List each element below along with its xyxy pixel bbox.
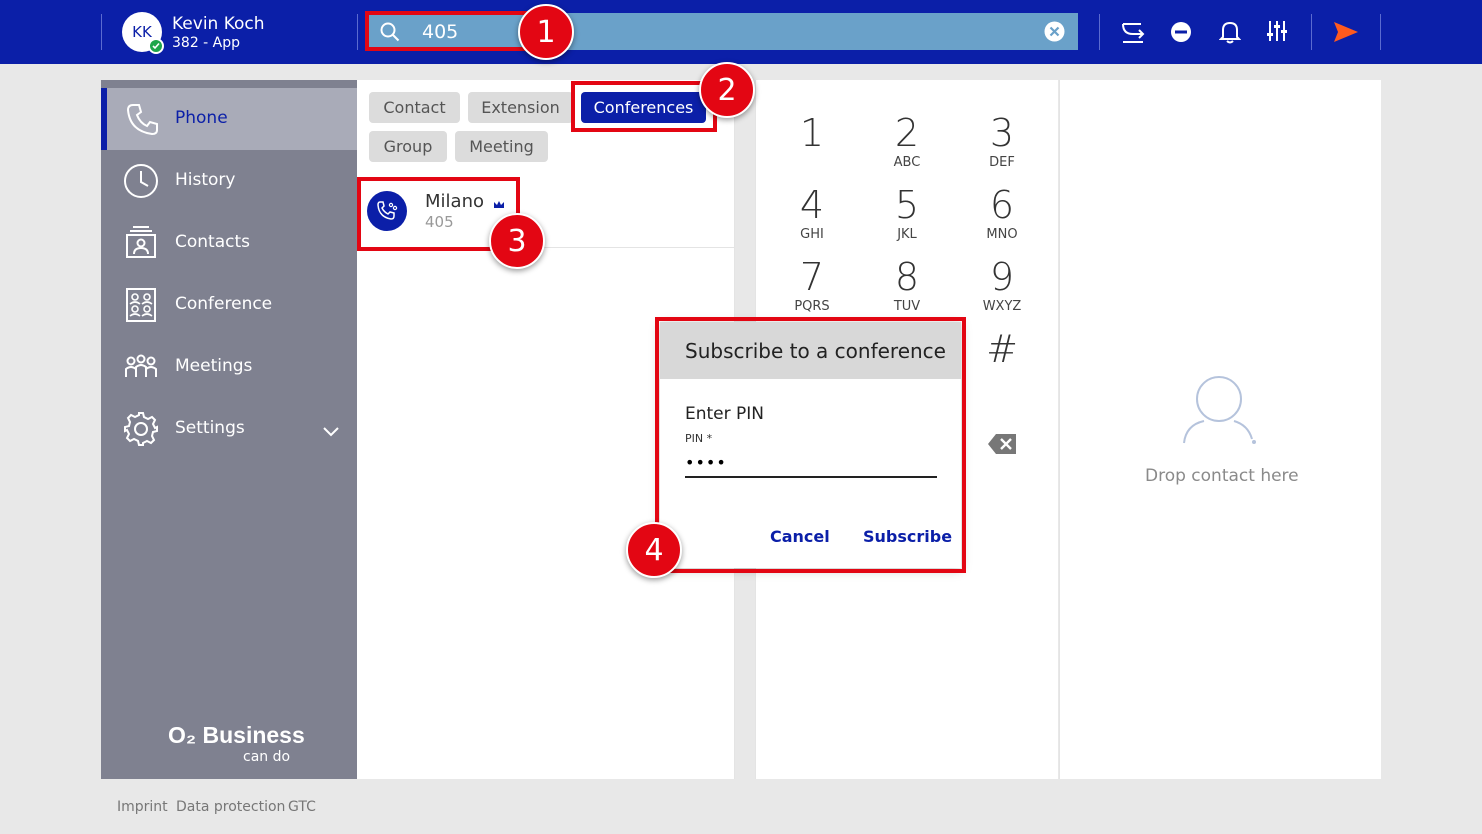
- key-letters: WXYZ: [982, 299, 1022, 314]
- key-digit: 3: [989, 111, 1015, 155]
- divider: [1099, 14, 1100, 50]
- dialpad-key-6[interactable]: 6 MNO: [967, 185, 1037, 249]
- key-letters: MNO: [986, 227, 1018, 242]
- key-digit: 4: [799, 183, 825, 227]
- sidebar-item-settings[interactable]: Settings: [101, 398, 357, 460]
- meetings-icon: [123, 349, 159, 390]
- dialpad-key-1[interactable]: 1: [777, 113, 847, 177]
- sidebar-item-contacts[interactable]: Contacts: [101, 212, 357, 274]
- call-forward-icon[interactable]: [1119, 18, 1147, 50]
- dialpad-key-7[interactable]: 7 PQRS: [777, 257, 847, 321]
- pin-label: PIN *: [685, 432, 713, 445]
- contacts-icon: [123, 225, 159, 266]
- user-name: Kevin Koch: [172, 14, 265, 34]
- brand-tagline: can do: [243, 749, 291, 765]
- bell-icon[interactable]: [1218, 20, 1242, 48]
- dialpad-key-5[interactable]: 5 JKL: [872, 185, 942, 249]
- sidebar-item-label: Settings: [175, 418, 245, 438]
- drop-contact-text: Drop contact here: [1145, 466, 1299, 486]
- key-digit: 6: [989, 183, 1015, 227]
- footer-gtc[interactable]: GTC: [288, 799, 316, 815]
- key-letters: TUV: [893, 299, 921, 314]
- search-icon: [380, 22, 400, 46]
- dialog-subtitle: Enter PIN: [685, 404, 765, 424]
- user-extension: 382 - App: [172, 35, 241, 51]
- conference-result-row[interactable]: [357, 178, 734, 248]
- subscribe-button[interactable]: Subscribe: [863, 527, 952, 546]
- dialpad-key-3[interactable]: 3 DEF: [967, 113, 1037, 177]
- filter-group[interactable]: Group: [369, 131, 447, 162]
- sidebar-item-phone[interactable]: Phone: [101, 88, 357, 150]
- sidebar-item-label: Meetings: [175, 356, 253, 376]
- key-letters: DEF: [989, 155, 1015, 170]
- key-digit: 9: [989, 255, 1015, 299]
- dialpad-key-2[interactable]: 2 ABC: [872, 113, 942, 177]
- divider: [357, 14, 358, 50]
- search-input[interactable]: [422, 16, 1022, 47]
- o2-business-logo: O₂ Business: [168, 722, 305, 748]
- key-letters: PQRS: [794, 299, 830, 314]
- key-letters: ABC: [893, 155, 921, 170]
- footer-imprint[interactable]: Imprint: [117, 799, 168, 815]
- result-name: Milano: [425, 191, 484, 212]
- divider: [1380, 14, 1381, 50]
- gear-icon: [123, 411, 159, 452]
- annotation-marker: 2: [699, 62, 755, 118]
- user-placeholder-icon: [1182, 373, 1258, 453]
- cancel-button[interactable]: Cancel: [770, 527, 830, 546]
- key-letters: GHI: [800, 227, 824, 242]
- key-digit: 2: [894, 111, 920, 155]
- filter-contact[interactable]: Contact: [369, 92, 460, 123]
- dialpad-key-4[interactable]: 4 GHI: [777, 185, 847, 249]
- annotation-marker: 4: [626, 522, 682, 578]
- key-digit: 1: [799, 111, 825, 155]
- filter-meeting[interactable]: Meeting: [455, 131, 548, 162]
- result-number: 405: [425, 213, 454, 231]
- sidebar-item-conference[interactable]: Conference: [101, 274, 357, 336]
- sidebar-item-label: Phone: [175, 108, 228, 128]
- online-status-icon: [148, 38, 164, 54]
- sidebar-item-label: Conference: [175, 294, 273, 314]
- filter-conferences[interactable]: Conferences: [581, 92, 706, 123]
- conference-phone-icon: [367, 191, 407, 231]
- sidebar-item-label: History: [175, 170, 236, 190]
- clear-search-icon[interactable]: [1044, 21, 1065, 46]
- dialog-title: Subscribe to a conference: [685, 339, 946, 363]
- dialpad-key-9[interactable]: 9 WXYZ: [967, 257, 1037, 321]
- phone-icon: [125, 101, 161, 142]
- conference-icon: [123, 287, 159, 328]
- footer-data-protection[interactable]: Data protection: [176, 799, 285, 815]
- sliders-icon[interactable]: [1266, 19, 1288, 47]
- dialpad-key-8[interactable]: 8 TUV: [872, 257, 942, 321]
- divider: [101, 14, 102, 50]
- pin-input[interactable]: [685, 448, 937, 478]
- crown-icon: [493, 195, 505, 214]
- key-letters: JKL: [897, 227, 917, 242]
- sidebar-item-meetings[interactable]: Meetings: [101, 336, 357, 398]
- filter-extension[interactable]: Extension: [468, 92, 573, 123]
- annotation-marker: 1: [518, 4, 574, 60]
- key-digit: 5: [894, 183, 920, 227]
- sidebar-item-label: Contacts: [175, 232, 250, 252]
- key-digit: 8: [894, 255, 920, 299]
- send-icon[interactable]: [1333, 20, 1359, 48]
- key-digit: #: [986, 327, 1018, 371]
- dnd-icon[interactable]: [1170, 21, 1192, 47]
- chevron-down-icon[interactable]: [323, 422, 339, 442]
- backspace-icon[interactable]: [987, 433, 1017, 459]
- clock-icon: [123, 163, 159, 204]
- annotation-marker: 3: [489, 213, 545, 269]
- sidebar-item-history[interactable]: History: [101, 150, 357, 212]
- divider: [1311, 14, 1312, 50]
- dialpad-key-hash[interactable]: #: [967, 329, 1037, 393]
- key-digit: 7: [799, 255, 825, 299]
